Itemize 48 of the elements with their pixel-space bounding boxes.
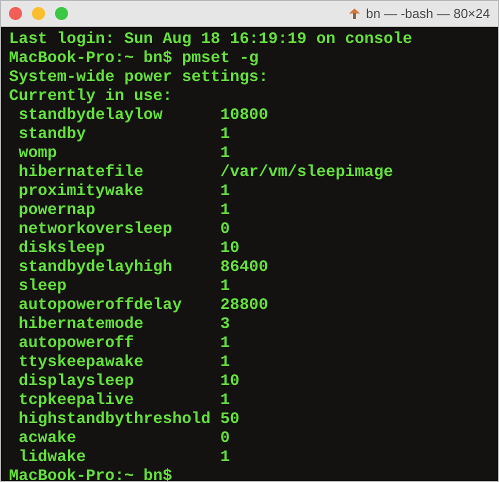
setting-name: disksleep — [18, 239, 106, 258]
setting-name: hibernatefile — [18, 163, 144, 182]
setting-name: powernap — [18, 201, 96, 220]
terminal-line: Last login: Sun Aug 18 16:19:19 on console — [9, 30, 412, 48]
setting-name: hibernatemode — [18, 315, 144, 334]
terminal-line: System-wide power settings: — [9, 68, 268, 86]
setting-name: autopoweroffdelay — [18, 296, 183, 315]
home-icon — [348, 7, 362, 20]
setting-value: 1 — [220, 277, 230, 296]
setting-name: standbydelayhigh — [18, 258, 174, 277]
setting-name: proximitywake — [18, 182, 144, 201]
window-title: bn — -bash — 80×24 — [366, 4, 490, 23]
zoom-button[interactable] — [55, 7, 68, 20]
setting-value: 1 — [220, 448, 230, 467]
close-button[interactable] — [9, 7, 22, 20]
minimize-button[interactable] — [32, 7, 45, 20]
setting-name: standby — [18, 125, 87, 144]
setting-value: 10 — [220, 372, 240, 391]
setting-value: 1 — [220, 353, 230, 372]
setting-value: 0 — [220, 220, 230, 239]
terminal-line: Currently in use: — [9, 87, 172, 105]
setting-value: 86400 — [220, 258, 268, 277]
setting-name: standbydelaylow — [18, 106, 164, 125]
setting-value: 1 — [220, 201, 230, 220]
setting-value: 10800 — [220, 106, 268, 125]
setting-name: ttyskeepawake — [18, 353, 144, 372]
setting-name: networkoversleep — [18, 220, 174, 239]
setting-value: 1 — [220, 182, 230, 201]
setting-value: 28800 — [220, 296, 268, 315]
setting-value: 1 — [220, 144, 230, 163]
setting-name: lidwake — [18, 448, 87, 467]
setting-name: tcpkeepalive — [18, 391, 135, 410]
setting-value: 0 — [220, 429, 230, 448]
terminal-line: MacBook-Pro:~ bn$ pmset -g — [9, 49, 259, 67]
setting-value: 1 — [220, 391, 230, 410]
shell-prompt: MacBook-Pro:~ bn$ — [9, 467, 172, 482]
setting-name: womp — [18, 144, 58, 163]
setting-name: displaysleep — [18, 372, 135, 391]
setting-value: 3 — [220, 315, 230, 334]
setting-value: /var/vm/sleepimage — [220, 163, 394, 182]
setting-name: highstandbythreshold — [18, 410, 212, 429]
setting-value: 50 — [220, 410, 240, 429]
setting-value: 10 — [220, 239, 240, 258]
setting-value: 1 — [220, 125, 230, 144]
setting-value: 1 — [220, 334, 230, 353]
setting-name: sleep — [18, 277, 68, 296]
setting-name: autopoweroff — [18, 334, 135, 353]
setting-name: acwake — [18, 429, 78, 448]
